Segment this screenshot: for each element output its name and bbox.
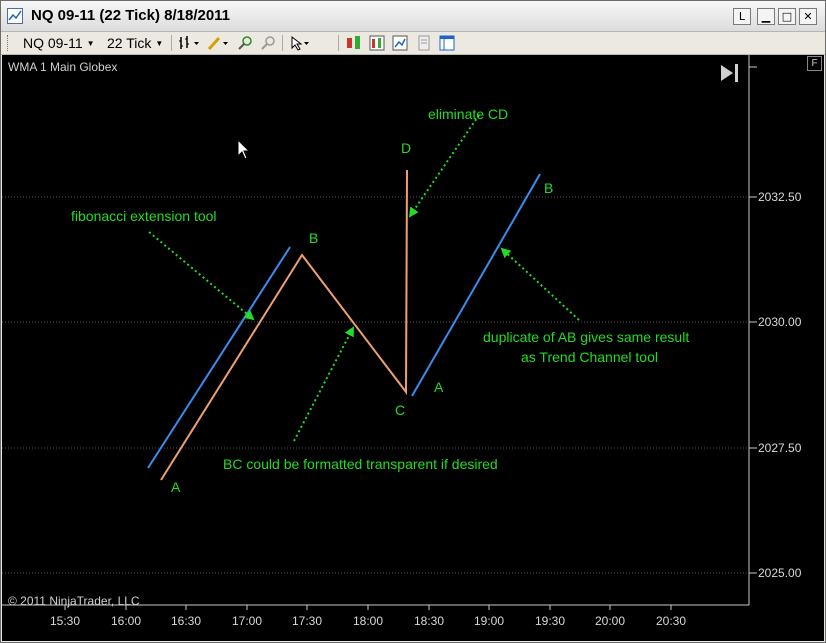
indicator-label: WMA 1 Main Globex xyxy=(8,60,118,74)
x-tick-label: 17:00 xyxy=(231,614,263,628)
minimize-button[interactable]: ▁ xyxy=(757,8,775,25)
data-box-icon[interactable] xyxy=(416,35,432,51)
x-tick-label: 15:30 xyxy=(49,614,81,628)
y-tick-label: 2030.00 xyxy=(758,315,802,329)
instrument-label: NQ 09-11 xyxy=(23,35,83,51)
chevron-down-icon: ▼ xyxy=(86,39,95,49)
toolbar-grip[interactable] xyxy=(7,35,11,51)
x-tick-label: 19:30 xyxy=(534,614,566,628)
point-label-a2: A xyxy=(434,379,444,395)
pencil-drawing-icon[interactable] xyxy=(207,35,229,51)
annotation-eliminate-cd: eliminate CD xyxy=(428,106,509,122)
point-label-b1: B xyxy=(309,230,319,246)
point-label-d: D xyxy=(401,140,412,156)
y-tick-label: 2027.50 xyxy=(758,441,802,455)
fib-tool-arrow xyxy=(148,231,255,321)
x-tick-label: 17:30 xyxy=(291,614,323,628)
x-tick-label: 20:30 xyxy=(655,614,687,628)
copyright-text: © 2011 NinjaTrader, LLC xyxy=(8,594,140,608)
x-tick-label: 16:30 xyxy=(170,614,202,628)
chart-window: NQ 09-11 (22 Tick) 8/18/2011 L ▁ □ ✕ NQ … xyxy=(0,0,826,643)
window-layout-icon[interactable] xyxy=(439,35,455,51)
interval-label: 22 Tick xyxy=(107,35,152,51)
maximize-button[interactable]: □ xyxy=(778,8,796,25)
scroll-to-end-icon[interactable] xyxy=(721,65,733,81)
x-tick-label: 20:00 xyxy=(594,614,626,628)
bc-transparent-arrow xyxy=(293,326,354,442)
title-bar[interactable]: NQ 09-11 (22 Tick) 8/18/2011 L ▁ □ ✕ xyxy=(1,1,825,32)
instrument-selector[interactable]: NQ 09-11 ▼ xyxy=(23,34,95,52)
zoom-out-icon[interactable] xyxy=(260,35,276,51)
toolbar-separator xyxy=(282,35,283,51)
x-tick-label: 18:30 xyxy=(413,614,445,628)
zoom-in-icon[interactable] xyxy=(237,35,253,51)
properties-f-button[interactable]: F xyxy=(807,56,822,71)
chart-canvas xyxy=(2,55,757,610)
chevron-down-icon: ▼ xyxy=(155,39,164,49)
chart-panel[interactable]: F WMA 1 Main Globex © 2011 NinjaTrader, … xyxy=(2,55,824,641)
y-tick-label: 2032.50 xyxy=(758,190,802,204)
strategies-icon[interactable] xyxy=(369,35,385,51)
window-title: NQ 09-11 (22 Tick) 8/18/2011 xyxy=(31,7,231,24)
toolbar-separator xyxy=(171,35,172,51)
bar-style-icon[interactable] xyxy=(178,35,200,51)
scroll-to-end-bar[interactable] xyxy=(735,64,738,82)
annotation-fib-tool: fibonacci extension tool xyxy=(71,208,217,224)
x-tick-label: 19:00 xyxy=(473,614,505,628)
chart-toolbar: NQ 09-11 ▼ 22 Tick ▼ xyxy=(1,32,825,55)
annotation-duplicate-ab-line2: as Trend Channel tool xyxy=(521,349,658,365)
x-tick-label: 18:00 xyxy=(352,614,384,628)
link-button[interactable]: L xyxy=(733,8,751,25)
close-button[interactable]: ✕ xyxy=(799,8,817,25)
indicators-icon[interactable] xyxy=(346,35,362,51)
point-label-c: C xyxy=(395,402,406,418)
fib-ab-blue-line[interactable] xyxy=(147,246,291,469)
duplicate-ab-arrow xyxy=(500,247,580,321)
mouse-cursor-icon xyxy=(237,139,251,160)
chart-app-icon xyxy=(7,8,23,24)
chart-properties-icon[interactable] xyxy=(392,35,408,51)
annotation-duplicate-ab-line1: duplicate of AB gives same result xyxy=(483,329,690,345)
point-label-a1: A xyxy=(171,479,181,495)
x-ticks xyxy=(64,605,672,610)
cursor-select-icon[interactable] xyxy=(289,35,311,51)
annotation-bc-transparent: BC could be formatted transparent if des… xyxy=(223,456,498,472)
y-tick-label: 2025.00 xyxy=(758,566,802,580)
eliminate-cd-arrow xyxy=(408,114,480,218)
point-label-b2: B xyxy=(544,180,554,196)
toolbar-separator xyxy=(338,35,339,51)
interval-selector[interactable]: 22 Tick ▼ xyxy=(107,34,163,52)
x-tick-label: 16:00 xyxy=(110,614,142,628)
